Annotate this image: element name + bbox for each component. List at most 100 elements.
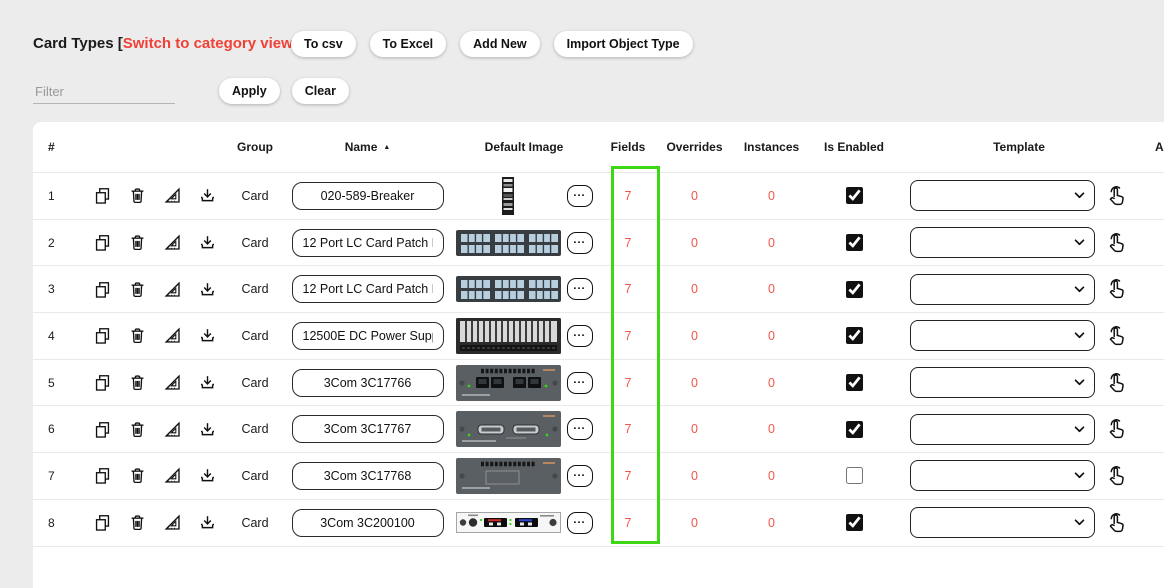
copy-icon[interactable] <box>93 326 112 345</box>
is-enabled-checkbox[interactable] <box>846 467 863 484</box>
import-object-type-button[interactable]: Import Object Type <box>554 31 693 57</box>
name-input[interactable] <box>292 322 444 350</box>
fields-count[interactable]: 7 <box>600 469 656 483</box>
col-header-group[interactable]: Group <box>223 140 287 154</box>
overrides-count[interactable]: 0 <box>656 189 733 203</box>
fields-count[interactable]: 7 <box>600 282 656 296</box>
trash-icon[interactable] <box>128 420 147 439</box>
image-more-button[interactable]: ... <box>567 512 593 534</box>
name-input[interactable] <box>292 415 444 443</box>
template-select[interactable] <box>910 460 1095 491</box>
trash-icon[interactable] <box>128 186 147 205</box>
fields-count[interactable]: 7 <box>600 516 656 530</box>
instances-count[interactable]: 0 <box>733 516 810 530</box>
copy-icon[interactable] <box>93 280 112 299</box>
tap-hand-icon[interactable] <box>1105 464 1129 488</box>
download-icon[interactable] <box>198 373 217 392</box>
set-square-icon[interactable] <box>163 373 182 392</box>
overrides-count[interactable]: 0 <box>656 329 733 343</box>
is-enabled-checkbox[interactable] <box>846 327 863 344</box>
trash-icon[interactable] <box>128 326 147 345</box>
name-input[interactable] <box>292 509 444 537</box>
instances-count[interactable]: 0 <box>733 469 810 483</box>
copy-icon[interactable] <box>93 513 112 532</box>
image-more-button[interactable]: ... <box>567 278 593 300</box>
set-square-icon[interactable] <box>163 326 182 345</box>
template-select[interactable] <box>910 227 1095 258</box>
template-select[interactable] <box>910 180 1095 211</box>
is-enabled-checkbox[interactable] <box>846 234 863 251</box>
instances-count[interactable]: 0 <box>733 329 810 343</box>
overrides-count[interactable]: 0 <box>656 282 733 296</box>
download-icon[interactable] <box>198 513 217 532</box>
col-header-name[interactable]: Name▲ <box>287 140 448 154</box>
fields-count[interactable]: 7 <box>600 422 656 436</box>
is-enabled-checkbox[interactable] <box>846 187 863 204</box>
copy-icon[interactable] <box>93 233 112 252</box>
image-more-button[interactable]: ... <box>567 465 593 487</box>
instances-count[interactable]: 0 <box>733 236 810 250</box>
is-enabled-checkbox[interactable] <box>846 514 863 531</box>
template-select[interactable] <box>910 367 1095 398</box>
fields-count[interactable]: 7 <box>600 376 656 390</box>
name-input[interactable] <box>292 229 444 257</box>
overrides-count[interactable]: 0 <box>656 236 733 250</box>
template-select[interactable] <box>910 507 1095 538</box>
tap-hand-icon[interactable] <box>1105 184 1129 208</box>
is-enabled-checkbox[interactable] <box>846 374 863 391</box>
set-square-icon[interactable] <box>163 420 182 439</box>
tap-hand-icon[interactable] <box>1105 231 1129 255</box>
to-excel-button[interactable]: To Excel <box>370 31 446 57</box>
fields-count[interactable]: 7 <box>600 189 656 203</box>
template-select[interactable] <box>910 320 1095 351</box>
instances-count[interactable]: 0 <box>733 189 810 203</box>
download-icon[interactable] <box>198 233 217 252</box>
template-select[interactable] <box>910 414 1095 445</box>
name-input[interactable] <box>292 369 444 397</box>
add-new-button[interactable]: Add New <box>460 31 539 57</box>
set-square-icon[interactable] <box>163 466 182 485</box>
overrides-count[interactable]: 0 <box>656 516 733 530</box>
set-square-icon[interactable] <box>163 186 182 205</box>
instances-count[interactable]: 0 <box>733 282 810 296</box>
set-square-icon[interactable] <box>163 513 182 532</box>
col-header-overrides[interactable]: Overrides <box>656 140 733 154</box>
instances-count[interactable]: 0 <box>733 422 810 436</box>
image-more-button[interactable]: ... <box>567 418 593 440</box>
download-icon[interactable] <box>198 466 217 485</box>
image-more-button[interactable]: ... <box>567 185 593 207</box>
name-input[interactable] <box>292 462 444 490</box>
image-more-button[interactable]: ... <box>567 325 593 347</box>
name-input[interactable] <box>292 275 444 303</box>
image-more-button[interactable]: ... <box>567 372 593 394</box>
set-square-icon[interactable] <box>163 233 182 252</box>
overrides-count[interactable]: 0 <box>656 376 733 390</box>
switch-view-link[interactable]: Switch to category view <box>123 35 293 52</box>
trash-icon[interactable] <box>128 233 147 252</box>
trash-icon[interactable] <box>128 373 147 392</box>
col-header-fields[interactable]: Fields <box>600 140 656 154</box>
fields-count[interactable]: 7 <box>600 236 656 250</box>
col-header-instances[interactable]: Instances <box>733 140 810 154</box>
download-icon[interactable] <box>198 420 217 439</box>
tap-hand-icon[interactable] <box>1105 417 1129 441</box>
copy-icon[interactable] <box>93 186 112 205</box>
apply-button[interactable]: Apply <box>219 78 280 104</box>
trash-icon[interactable] <box>128 466 147 485</box>
copy-icon[interactable] <box>93 373 112 392</box>
tap-hand-icon[interactable] <box>1105 277 1129 301</box>
download-icon[interactable] <box>198 186 217 205</box>
overrides-count[interactable]: 0 <box>656 469 733 483</box>
tap-hand-icon[interactable] <box>1105 371 1129 395</box>
name-input[interactable] <box>292 182 444 210</box>
is-enabled-checkbox[interactable] <box>846 281 863 298</box>
is-enabled-checkbox[interactable] <box>846 421 863 438</box>
template-select[interactable] <box>910 274 1095 305</box>
fields-count[interactable]: 7 <box>600 329 656 343</box>
download-icon[interactable] <box>198 326 217 345</box>
overrides-count[interactable]: 0 <box>656 422 733 436</box>
tap-hand-icon[interactable] <box>1105 511 1129 535</box>
instances-count[interactable]: 0 <box>733 376 810 390</box>
trash-icon[interactable] <box>128 513 147 532</box>
tap-hand-icon[interactable] <box>1105 324 1129 348</box>
